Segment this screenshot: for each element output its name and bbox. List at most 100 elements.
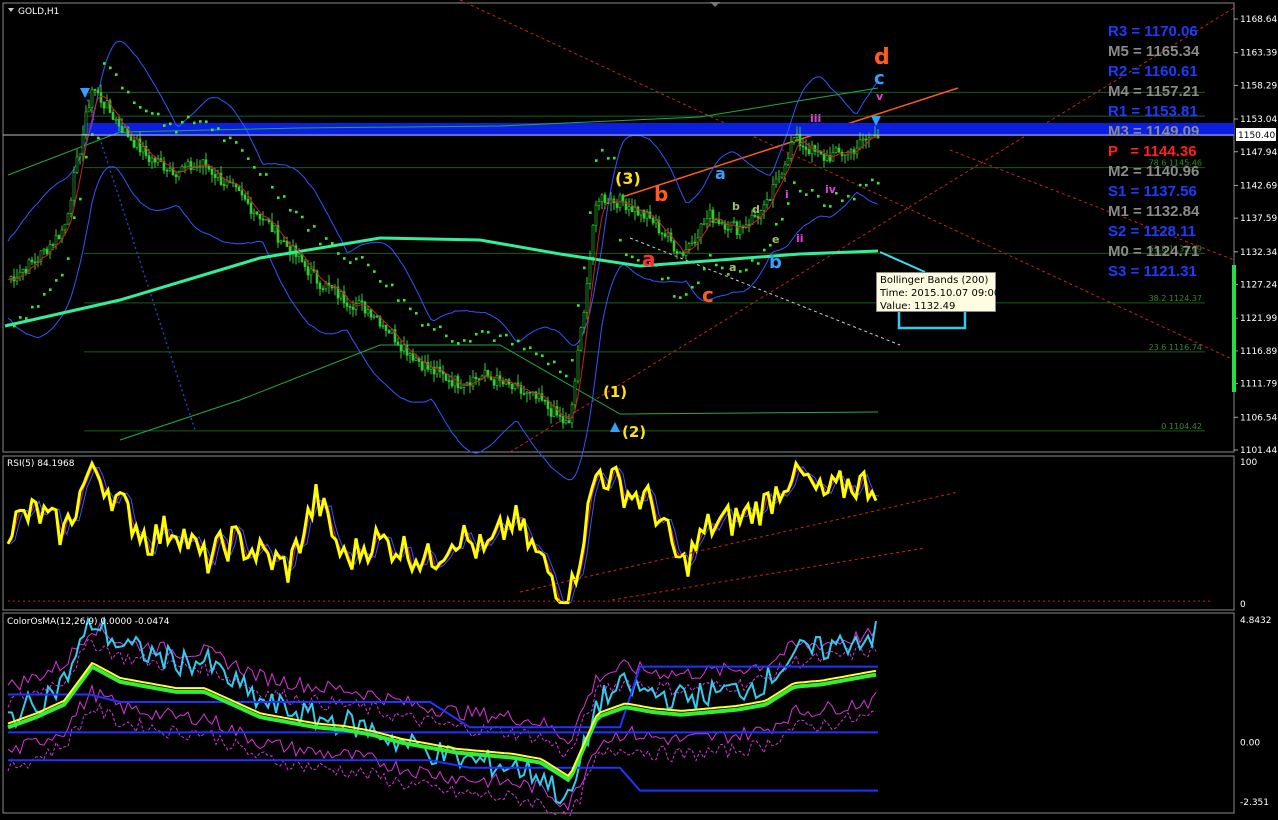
candle-body xyxy=(651,217,655,224)
sar-dot xyxy=(301,215,304,219)
rsi-tick-label: 0 xyxy=(1240,600,1246,610)
candle-body xyxy=(138,138,142,153)
candle-body xyxy=(66,213,70,225)
wave-label: (2) xyxy=(622,423,646,441)
osma-tick-label: -2.351 xyxy=(1240,798,1269,808)
candle-body xyxy=(255,211,259,215)
candle-body xyxy=(111,112,115,120)
candle-body xyxy=(477,378,481,381)
candle-body xyxy=(387,330,391,334)
candle-body xyxy=(261,218,265,221)
candle-body xyxy=(360,300,364,303)
candle-body xyxy=(129,136,133,141)
wave-label: a xyxy=(715,164,726,183)
sar-dot xyxy=(589,211,592,214)
symbol-caption: GOLD,H1 xyxy=(18,7,59,17)
sar-dot xyxy=(25,317,28,320)
volume-strip xyxy=(1232,265,1236,392)
sar-dot xyxy=(19,316,22,319)
resistance-band xyxy=(84,123,1234,136)
wave-label: i xyxy=(785,188,789,201)
sar-dot xyxy=(409,307,412,311)
candle-body xyxy=(258,213,262,220)
candle-body xyxy=(783,164,787,175)
sar-dot xyxy=(469,340,472,343)
sar-dot xyxy=(865,183,868,187)
sar-dot xyxy=(259,173,262,176)
candle-body xyxy=(150,157,154,163)
sar-dot xyxy=(559,370,562,374)
candle-body xyxy=(576,349,580,382)
sar-dot xyxy=(55,279,58,282)
candle-body xyxy=(225,180,229,186)
wave-trend-line xyxy=(629,237,901,346)
candle-body xyxy=(636,206,640,216)
candle-body xyxy=(687,243,691,250)
candle-body xyxy=(585,283,589,313)
sar-dot xyxy=(613,156,616,160)
candle-body xyxy=(681,252,685,256)
sar-dot xyxy=(601,148,604,152)
ma200-line xyxy=(4,236,879,328)
sar-dot xyxy=(547,362,550,366)
sar-dot xyxy=(679,296,682,299)
candle-body xyxy=(825,155,829,161)
candle-body xyxy=(186,161,190,167)
sar-dot xyxy=(433,328,436,331)
sar-dot xyxy=(325,237,328,240)
sar-dot xyxy=(193,121,196,125)
candle-body xyxy=(105,100,109,109)
candle-body xyxy=(180,166,184,172)
sar-dot xyxy=(721,266,724,270)
candle-body xyxy=(717,219,721,225)
candle-body xyxy=(168,168,172,171)
candle-body xyxy=(213,174,217,178)
candle-body xyxy=(132,139,136,148)
wave-label: (3) xyxy=(615,169,641,188)
sar-dot xyxy=(139,106,142,109)
candle-body xyxy=(747,224,751,226)
sar-dot xyxy=(583,266,586,270)
candle-body xyxy=(279,240,283,243)
candle-body xyxy=(774,178,778,185)
candle-body xyxy=(399,344,403,352)
candle-body xyxy=(99,92,103,103)
wave-label: b xyxy=(732,200,740,213)
sar-dot xyxy=(805,193,808,196)
candle-body xyxy=(351,306,355,310)
sar-dot xyxy=(451,340,454,343)
sar-dot xyxy=(757,262,760,265)
price-chart-svg[interactable]: 78.6 1145.4661.8 1132.0938.2 1124.3723.6… xyxy=(0,0,1278,820)
candle-body xyxy=(321,288,325,290)
candle-body xyxy=(690,241,694,244)
sar-dot xyxy=(637,258,640,262)
sar-dot xyxy=(445,334,448,338)
candle-body xyxy=(858,139,862,149)
candle-body xyxy=(72,172,76,201)
pivot-level-label: M4 = 1157.21 xyxy=(1108,83,1200,100)
sar-dot xyxy=(463,339,466,342)
candle-body xyxy=(369,309,373,318)
sar-dot xyxy=(763,248,766,252)
candle-body xyxy=(120,126,124,133)
candle-body xyxy=(810,144,814,155)
candle-body xyxy=(777,176,781,180)
price-tick-label: 1127.24 xyxy=(1240,281,1277,291)
candle-body xyxy=(864,138,868,141)
sar-dot xyxy=(67,257,70,260)
down-arrow-icon xyxy=(80,88,90,98)
sar-dot xyxy=(619,238,622,242)
pivot-level-label: S2 = 1128.11 xyxy=(1108,223,1197,240)
sar-dot xyxy=(529,346,532,350)
osma-upper-band xyxy=(8,665,878,729)
sar-dot xyxy=(421,324,424,327)
candle-body xyxy=(447,380,451,382)
chart-menu-triangle-icon[interactable] xyxy=(8,8,14,12)
sar-dot xyxy=(631,255,634,259)
sar-dot xyxy=(43,293,46,296)
wave-label: b xyxy=(654,182,668,206)
sar-dot xyxy=(667,276,670,280)
candle-body xyxy=(522,393,526,395)
rsi-tick-label: 100 xyxy=(1240,458,1257,468)
scroll-shift-marker-icon[interactable] xyxy=(710,2,720,7)
